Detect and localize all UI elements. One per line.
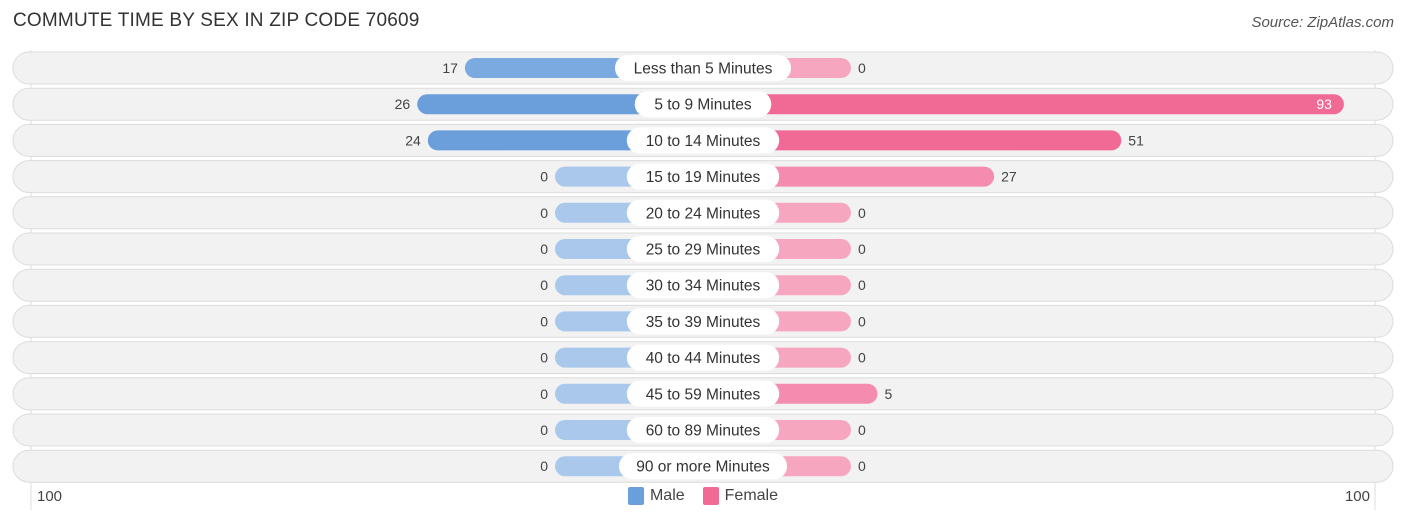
legend: Male Female (0, 487, 1406, 505)
legend-label-male: Male (649, 487, 685, 504)
female-value-label: 0 (858, 313, 866, 329)
male-value-label: 0 (540, 458, 548, 474)
legend-item-female[interactable]: Female (702, 487, 779, 505)
male-value-label: 0 (540, 313, 548, 329)
category-label: 20 to 24 Minutes (646, 205, 761, 222)
female-value-label: 0 (858, 277, 866, 293)
female-bar (703, 94, 1344, 115)
legend-swatch-male (627, 487, 644, 505)
category-label: 40 to 44 Minutes (646, 350, 761, 367)
female-value-label: 5 (885, 386, 893, 402)
female-value-label: 0 (858, 60, 866, 76)
diverging-bar-chart: Less than 5 Minutes 17 0 5 to 9 Minutes 26 93… (12, 50, 1394, 510)
female-value-label: 27 (1001, 169, 1017, 185)
male-value-label: 0 (540, 386, 548, 402)
category-label: 45 to 59 Minutes (646, 386, 761, 403)
category-label: 60 to 89 Minutes (646, 423, 761, 440)
category-label: 10 to 14 Minutes (646, 133, 761, 150)
male-value-label: 0 (540, 277, 548, 293)
female-value-label: 0 (858, 205, 866, 221)
male-value-label: 0 (540, 205, 548, 221)
category-label: 5 to 9 Minutes (654, 97, 752, 114)
male-value-label: 26 (395, 96, 411, 112)
male-value-label: 0 (540, 350, 548, 366)
female-value-label: 0 (858, 350, 866, 366)
legend-label-female: Female (724, 487, 779, 504)
category-label: 15 to 19 Minutes (646, 169, 761, 186)
female-value-label: 0 (858, 458, 866, 474)
female-value-label: 0 (858, 422, 866, 438)
male-value-label: 0 (540, 241, 548, 257)
category-label: 30 to 34 Minutes (646, 278, 761, 295)
legend-swatch-female (702, 487, 719, 505)
female-value-label: 0 (858, 241, 866, 257)
legend-item-male[interactable]: Male (627, 487, 685, 505)
male-value-label: 0 (540, 169, 548, 185)
female-value-label: 93 (1316, 96, 1332, 112)
male-value-label: 24 (405, 132, 421, 148)
category-label: 35 to 39 Minutes (646, 314, 761, 331)
female-value-label: 51 (1128, 132, 1144, 148)
male-value-label: 17 (442, 60, 458, 76)
male-value-label: 0 (540, 422, 548, 438)
category-label: 90 or more Minutes (636, 459, 770, 476)
category-label: Less than 5 Minutes (634, 61, 773, 78)
category-label: 25 to 29 Minutes (646, 242, 761, 259)
